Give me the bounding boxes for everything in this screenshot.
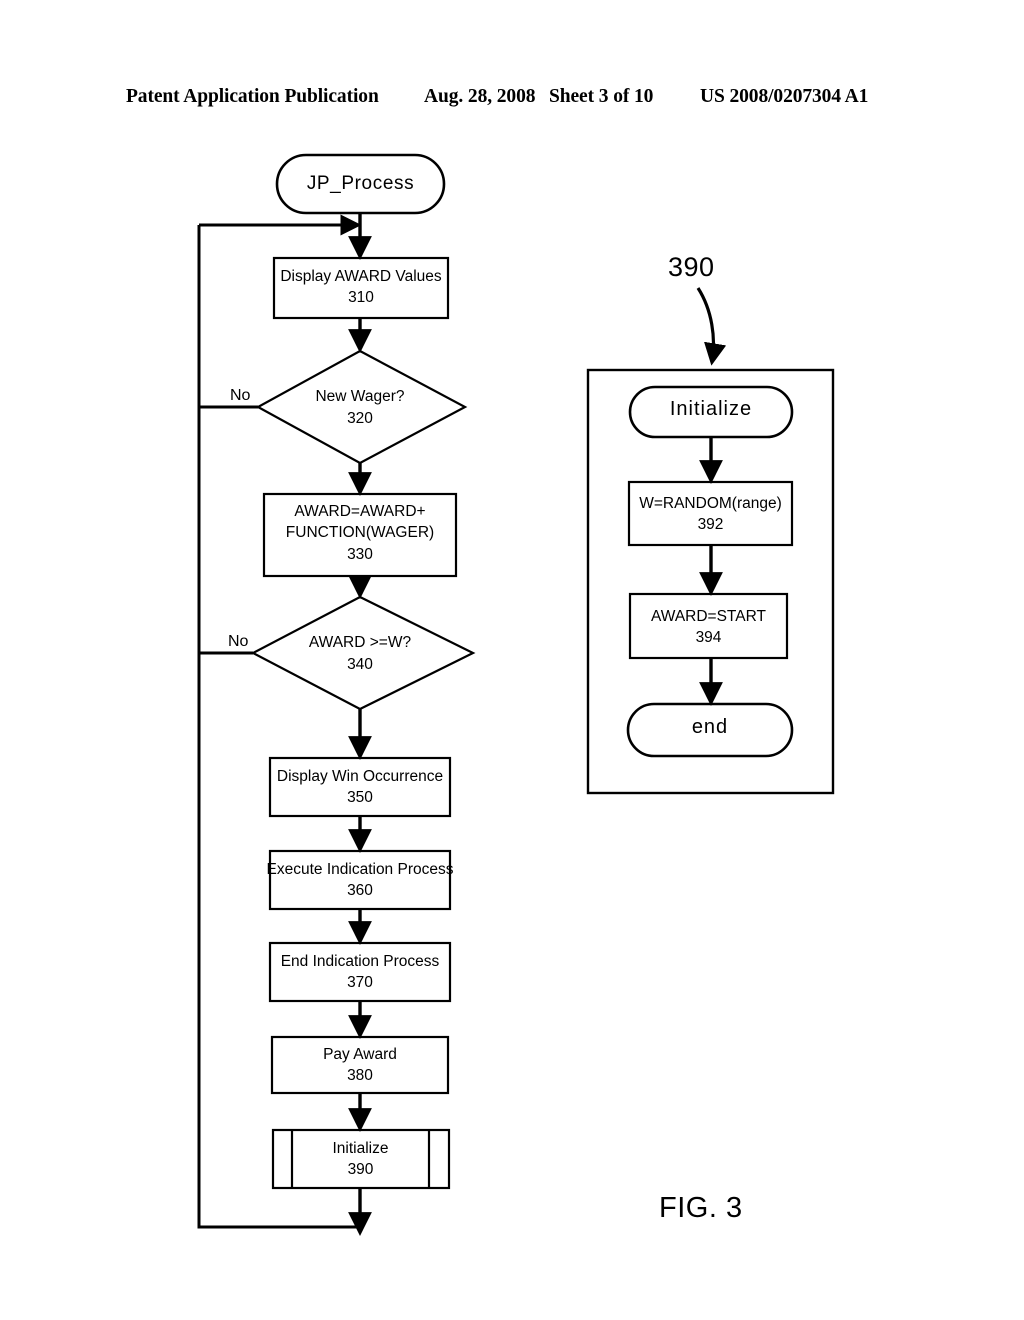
node-sp-end-shape xyxy=(626,702,794,758)
node-310-shape xyxy=(272,256,450,320)
node-350-shape xyxy=(268,756,452,818)
node-320-no-label: No xyxy=(230,387,251,404)
node-sp-initialize-shape xyxy=(628,385,794,439)
node-370-shape xyxy=(268,941,452,1003)
node-340-no-label: No xyxy=(228,633,249,650)
flowchart-figure xyxy=(197,153,835,1236)
node-392-shape xyxy=(627,480,794,547)
node-390-shape xyxy=(271,1128,451,1190)
node-jp-process-shape xyxy=(275,153,446,215)
callout-390-label: 390 xyxy=(668,252,715,282)
callout-390-arrow xyxy=(696,287,727,366)
node-320-shape xyxy=(255,349,468,465)
node-360-shape xyxy=(268,849,452,911)
edge-feedback-bottom xyxy=(197,225,360,1229)
node-394-shape xyxy=(628,592,789,660)
node-330-shape xyxy=(262,492,458,578)
node-340-shape xyxy=(250,595,476,711)
node-380-shape xyxy=(270,1035,450,1095)
figure-caption: FIG. 3 xyxy=(659,1192,743,1224)
